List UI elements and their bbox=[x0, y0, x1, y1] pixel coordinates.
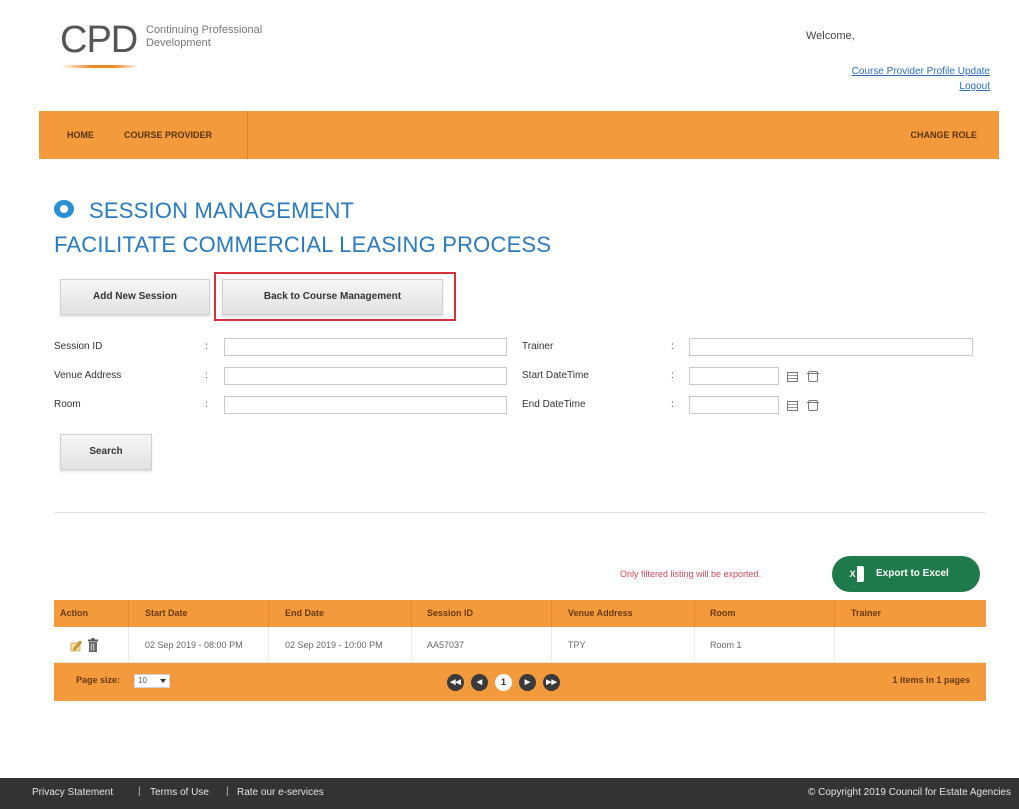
col-divider bbox=[694, 600, 695, 627]
cell-divider bbox=[411, 627, 412, 663]
logo-subtitle-line1: Continuing Professional bbox=[146, 24, 263, 36]
prev-page-button[interactable]: ◀ bbox=[471, 674, 488, 691]
colon: : bbox=[205, 341, 208, 352]
header: CPD Continuing Professional Development … bbox=[0, 0, 1019, 110]
logo-subtitle-line2: Development bbox=[146, 37, 211, 49]
page-1-button[interactable]: 1 bbox=[495, 674, 512, 691]
nav-course-provider[interactable]: COURSE PROVIDER bbox=[124, 111, 212, 159]
footer-separator: | bbox=[226, 786, 229, 797]
colon: : bbox=[671, 341, 674, 352]
session-icon bbox=[54, 200, 74, 218]
export-to-excel-button[interactable]: Export to Excel bbox=[832, 556, 980, 592]
colon: : bbox=[671, 399, 674, 410]
highlight-box bbox=[214, 272, 456, 321]
last-page-button[interactable]: ▶▶ bbox=[543, 674, 560, 691]
search-button[interactable]: Search bbox=[60, 434, 152, 470]
first-page-button[interactable]: ◀◀ bbox=[447, 674, 464, 691]
export-note: Only filtered listing will be exported. bbox=[620, 569, 762, 579]
logo-subtitle: Continuing Professional Development bbox=[146, 24, 262, 50]
colon: : bbox=[205, 370, 208, 381]
terms-link[interactable]: Terms of Use bbox=[150, 787, 209, 798]
trainer-input[interactable] bbox=[689, 338, 973, 356]
cell-divider bbox=[268, 627, 269, 663]
cell-session-id: AA57037 bbox=[427, 639, 465, 650]
clear-icon[interactable] bbox=[807, 400, 819, 411]
cell-divider bbox=[834, 627, 835, 663]
calendar-icon[interactable] bbox=[787, 401, 798, 411]
col-session-id[interactable]: Session ID bbox=[427, 600, 473, 627]
next-page-button[interactable]: ▶ bbox=[519, 674, 536, 691]
main-nav: HOME COURSE PROVIDER CHANGE ROLE bbox=[39, 111, 999, 159]
nav-home[interactable]: HOME bbox=[67, 111, 94, 159]
col-start-date[interactable]: Start Date bbox=[145, 600, 188, 627]
logo-text: CPD bbox=[60, 19, 138, 61]
start-datetime-label: Start DateTime bbox=[522, 370, 589, 381]
nav-change-role[interactable]: CHANGE ROLE bbox=[910, 111, 977, 159]
privacy-link[interactable]: Privacy Statement bbox=[32, 787, 113, 798]
table-footer: Page size: 10 ◀◀ ◀ 1 ▶ ▶▶ 1 items in 1 p… bbox=[54, 663, 986, 701]
start-datetime-input[interactable] bbox=[689, 367, 779, 385]
cell-divider bbox=[128, 627, 129, 663]
col-divider bbox=[128, 600, 129, 627]
cell-venue: TPY bbox=[568, 639, 586, 650]
venue-address-label: Venue Address bbox=[54, 370, 122, 381]
cell-room: Room 1 bbox=[710, 639, 742, 650]
col-divider bbox=[411, 600, 412, 627]
col-end-date[interactable]: End Date bbox=[285, 600, 324, 627]
end-datetime-input[interactable] bbox=[689, 396, 779, 414]
room-input[interactable] bbox=[224, 396, 507, 414]
cpd-logo[interactable]: CPD Continuing Professional Development bbox=[60, 19, 262, 68]
page-title: SESSION MANAGEMENT bbox=[89, 198, 355, 223]
table-row: 02 Sep 2019 - 08:00 PM 02 Sep 2019 - 10:… bbox=[54, 627, 986, 663]
trainer-label: Trainer bbox=[522, 341, 554, 352]
col-divider bbox=[834, 600, 835, 627]
venue-address-input[interactable] bbox=[224, 367, 507, 385]
session-id-input[interactable] bbox=[224, 338, 507, 356]
rate-eservices-link[interactable]: Rate our e-services bbox=[237, 787, 324, 798]
col-divider bbox=[268, 600, 269, 627]
copyright: © Copyright 2019 Council for Estate Agen… bbox=[807, 787, 1011, 798]
page-subtitle: FACILITATE COMMERCIAL LEASING PROCESS bbox=[54, 232, 552, 257]
cell-end-date: 02 Sep 2019 - 10:00 PM bbox=[285, 639, 383, 650]
session-id-label: Session ID bbox=[54, 341, 103, 352]
cell-start-date: 02 Sep 2019 - 08:00 PM bbox=[145, 639, 243, 650]
excel-icon bbox=[848, 566, 864, 582]
nav-divider bbox=[247, 111, 248, 159]
col-divider bbox=[551, 600, 552, 627]
room-label: Room bbox=[54, 399, 81, 410]
export-label: Export to Excel bbox=[876, 568, 949, 579]
welcome-text: Welcome, bbox=[806, 30, 855, 42]
section-divider bbox=[54, 512, 986, 513]
colon: : bbox=[205, 399, 208, 410]
items-info: 1 items in 1 pages bbox=[892, 675, 970, 685]
colon: : bbox=[671, 370, 674, 381]
clear-icon[interactable] bbox=[807, 371, 819, 382]
calendar-icon[interactable] bbox=[787, 372, 798, 382]
profile-update-link[interactable]: Course Provider Profile Update bbox=[852, 66, 990, 77]
edit-icon[interactable] bbox=[70, 640, 82, 652]
footer-separator: | bbox=[138, 786, 141, 797]
page-size-select[interactable]: 10 bbox=[134, 674, 170, 688]
end-datetime-label: End DateTime bbox=[522, 399, 586, 410]
logo-swoosh bbox=[60, 65, 138, 68]
col-trainer[interactable]: Trainer bbox=[851, 600, 881, 627]
cell-divider bbox=[694, 627, 695, 663]
col-venue-address[interactable]: Venue Address bbox=[568, 600, 633, 627]
cell-divider bbox=[551, 627, 552, 663]
col-action[interactable]: Action bbox=[60, 600, 88, 627]
table-header: Action Start Date End Date Session ID Ve… bbox=[54, 600, 986, 627]
footer: Privacy Statement | Terms of Use | Rate … bbox=[0, 778, 1019, 809]
add-new-session-button[interactable]: Add New Session bbox=[60, 279, 210, 315]
delete-icon[interactable] bbox=[88, 638, 98, 652]
logout-link[interactable]: Logout bbox=[959, 81, 990, 92]
col-room[interactable]: Room bbox=[710, 600, 736, 627]
page-size-label: Page size: bbox=[76, 675, 121, 685]
